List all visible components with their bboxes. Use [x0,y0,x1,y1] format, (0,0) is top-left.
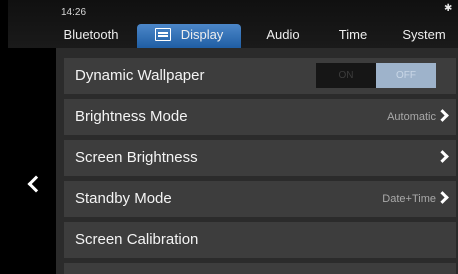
chevron-right-icon [436,109,449,122]
tab-display[interactable]: Display [137,24,241,48]
tab-system[interactable]: System [393,24,455,48]
toggle-on-option[interactable]: ON [316,63,376,88]
chevron-right-icon [436,150,449,163]
setting-row-brightness-mode[interactable]: Brightness Mode Automatic [64,99,456,135]
setting-value: Date+Time [382,193,436,205]
chevron-right-icon [436,191,449,204]
setting-label: Screen Brightness [75,149,198,166]
tab-bluetooth[interactable]: Bluetooth [61,24,121,48]
bluetooth-icon: ✱ [444,3,453,14]
setting-row-screen-calibration[interactable]: Screen Calibration [64,222,456,258]
tab-label: Audio [266,27,300,42]
tab-label: Bluetooth [63,27,119,42]
tab-time[interactable]: Time [328,24,378,48]
dynamic-wallpaper-toggle[interactable]: ON OFF [316,63,436,88]
setting-row-standby-mode[interactable]: Standby Mode Date+Time [64,181,456,217]
tab-label: Time [338,27,368,42]
setting-label: Dynamic Wallpaper [75,67,205,84]
setting-row-dynamic-wallpaper: Dynamic Wallpaper ON OFF [64,58,456,94]
tab-label: Display [180,27,224,42]
toggle-off-option[interactable]: OFF [376,63,436,88]
tab-label: System [402,27,446,42]
tab-audio[interactable]: Audio [258,24,308,48]
setting-value: Automatic [387,111,436,123]
display-settings-screen: 14:26 ✱ Bluetooth Display Audio Time Sys… [8,0,458,274]
setting-label: Standby Mode [75,190,172,207]
setting-label: Screen Calibration [75,231,199,248]
display-icon [154,28,171,41]
back-button[interactable] [8,48,56,274]
setting-row-partial[interactable] [64,263,456,274]
setting-label: Brightness Mode [75,108,188,125]
status-clock: 14:26 [61,7,87,18]
chevron-left-icon [27,175,45,193]
setting-row-screen-brightness[interactable]: Screen Brightness [64,140,456,176]
top-bar: 14:26 ✱ Bluetooth Display Audio Time Sys… [8,0,458,48]
